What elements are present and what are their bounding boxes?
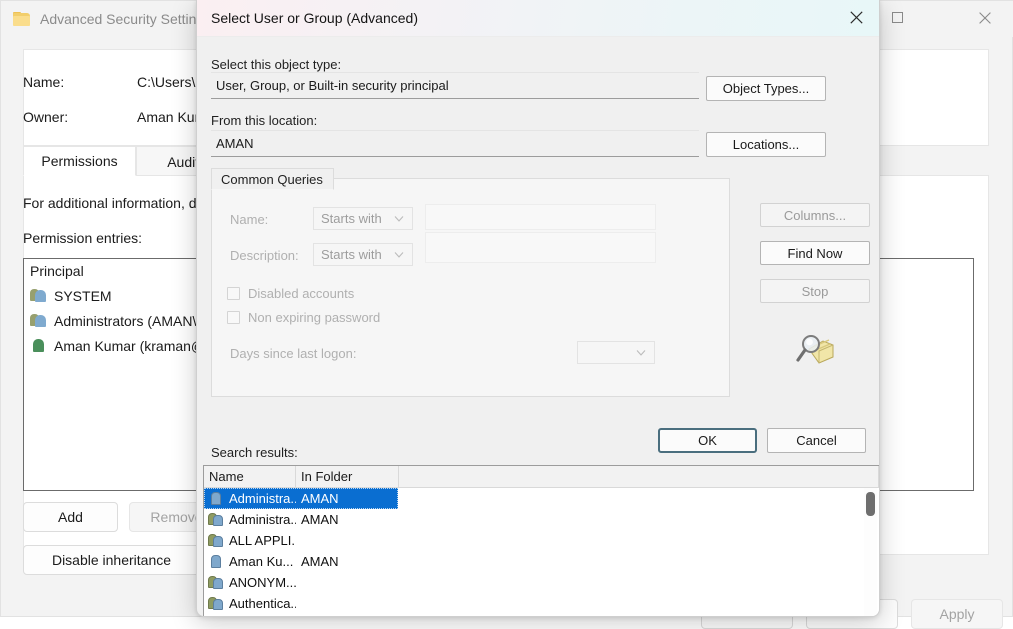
search-results-label: Search results: xyxy=(211,445,298,460)
stop-button: Stop xyxy=(760,279,870,303)
result-name: Administra... xyxy=(229,491,296,506)
query-name-label: Name: xyxy=(230,212,268,227)
close-icon[interactable] xyxy=(962,1,1008,34)
query-description-operator-select[interactable]: Starts with xyxy=(313,243,413,266)
cancel-button[interactable]: Cancel xyxy=(767,428,866,453)
disable-inheritance-button[interactable]: Disable inheritance xyxy=(23,545,200,575)
tab-permissions[interactable]: Permissions xyxy=(23,146,136,176)
query-description-label: Description: xyxy=(230,248,299,263)
non-expiring-password-label: Non expiring password xyxy=(248,310,380,325)
folder-icon xyxy=(13,12,31,27)
disabled-accounts-label: Disabled accounts xyxy=(248,286,354,301)
checkbox-box xyxy=(227,311,240,324)
search-results-list[interactable]: Name In Folder Administra... AMAN Admini… xyxy=(203,465,879,617)
user-principal-icon xyxy=(30,338,47,353)
scrollbar-thumb[interactable] xyxy=(866,492,875,516)
dialog-title: Select User or Group (Advanced) xyxy=(211,10,418,26)
permission-entries-label: Permission entries: xyxy=(23,230,142,246)
chevron-down-icon xyxy=(394,251,404,258)
result-name: Administra... xyxy=(229,512,296,527)
user-account-icon xyxy=(208,491,224,506)
vertical-scrollbar[interactable] xyxy=(864,488,877,617)
list-item[interactable]: Administra... AMAN xyxy=(204,509,879,530)
group-account-icon xyxy=(208,575,224,590)
location-label: From this location: xyxy=(211,113,317,128)
result-name: Authentica... xyxy=(229,596,296,611)
query-name-input[interactable] xyxy=(425,204,656,230)
owner-label: Owner: xyxy=(23,109,68,125)
location-field[interactable]: AMAN xyxy=(211,130,699,157)
query-name-operator-value: Starts with xyxy=(321,211,382,226)
chevron-down-icon xyxy=(394,215,404,222)
magnifier-search-icon xyxy=(793,329,837,371)
user-account-icon xyxy=(208,554,224,569)
object-type-label: Select this object type: xyxy=(211,57,341,72)
column-header-filler xyxy=(399,466,879,487)
close-icon[interactable] xyxy=(833,0,879,35)
checkbox-box xyxy=(227,287,240,300)
non-expiring-password-checkbox[interactable]: Non expiring password xyxy=(227,310,380,325)
columns-button: Columns... xyxy=(760,203,870,227)
list-item[interactable]: ANONYM... xyxy=(204,572,879,593)
list-item[interactable]: Administra... AMAN xyxy=(204,488,398,509)
result-name: Aman Ku... xyxy=(229,554,293,569)
maximize-icon[interactable] xyxy=(874,1,920,34)
apply-button: Apply xyxy=(911,599,1003,629)
result-folder: AMAN xyxy=(296,491,396,506)
search-results-header: Name In Folder xyxy=(204,466,879,488)
name-label: Name: xyxy=(23,74,64,90)
result-folder: AMAN xyxy=(296,512,396,527)
disabled-accounts-checkbox[interactable]: Disabled accounts xyxy=(227,286,354,301)
object-types-button[interactable]: Object Types... xyxy=(706,76,826,101)
result-name: ANONYM... xyxy=(229,575,296,590)
list-item[interactable]: Authentica... xyxy=(204,593,879,614)
result-folder: AMAN xyxy=(296,554,396,569)
ok-button[interactable]: OK xyxy=(658,428,757,453)
object-type-field[interactable]: User, Group, or Built-in security princi… xyxy=(211,72,699,99)
query-description-input[interactable] xyxy=(425,232,656,263)
group-account-icon xyxy=(208,596,224,611)
chevron-down-icon xyxy=(636,349,646,356)
result-name: ALL APPLI... xyxy=(229,533,296,548)
find-now-button[interactable]: Find Now xyxy=(760,241,870,265)
query-description-operator-value: Starts with xyxy=(321,247,382,262)
list-item[interactable]: Aman Ku... AMAN xyxy=(204,551,879,572)
principal-label: SYSTEM xyxy=(54,288,112,304)
group-account-icon xyxy=(208,533,224,548)
query-name-operator-select[interactable]: Starts with xyxy=(313,207,413,230)
locations-button[interactable]: Locations... xyxy=(706,132,826,157)
days-since-logon-select[interactable] xyxy=(577,341,655,364)
list-item[interactable]: ALL APPLI... xyxy=(204,530,879,551)
group-account-icon xyxy=(208,512,224,527)
dialog-titlebar: Select User or Group (Advanced) xyxy=(197,0,879,37)
column-header-name[interactable]: Name xyxy=(204,466,296,487)
column-header-folder[interactable]: In Folder xyxy=(296,466,399,487)
days-since-logon-label: Days since last logon: xyxy=(230,346,356,361)
select-user-or-group-dialog: Select User or Group (Advanced) Select t… xyxy=(196,0,880,617)
group-principal-icon xyxy=(30,313,47,328)
common-queries-tab[interactable]: Common Queries xyxy=(211,168,334,190)
add-button[interactable]: Add xyxy=(23,502,118,532)
group-principal-icon xyxy=(30,288,47,303)
